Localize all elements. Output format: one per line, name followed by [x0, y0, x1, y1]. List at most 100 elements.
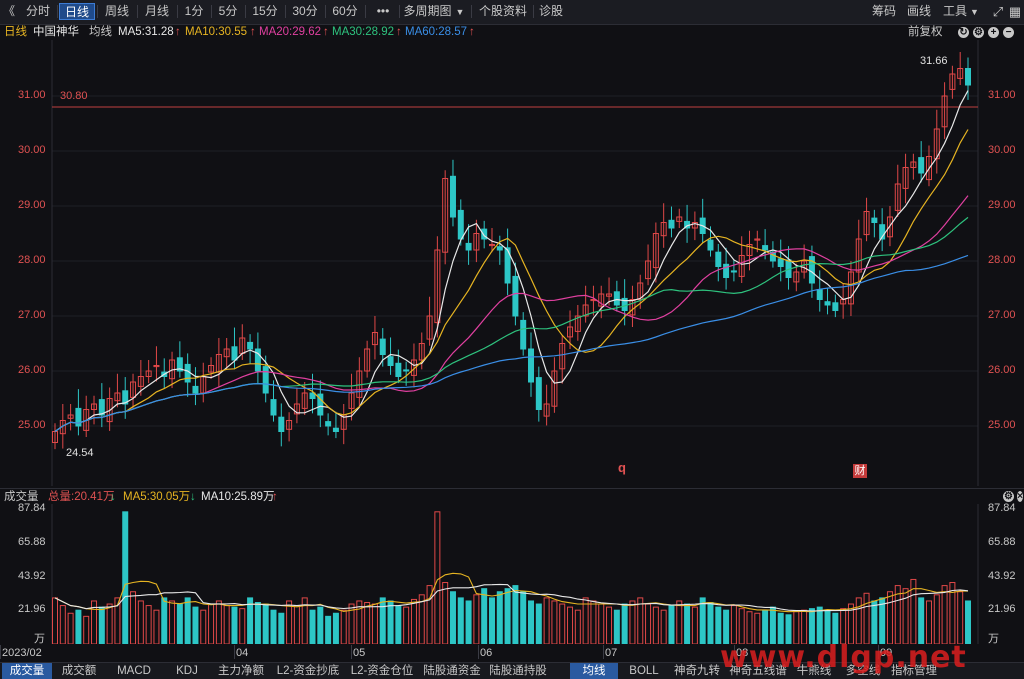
tab-15min[interactable]: 15分 [247, 3, 283, 20]
price-tick-right: 25.00 [988, 419, 1016, 431]
arrow-up-icon: ↑ [272, 491, 278, 503]
volume-bar [169, 600, 176, 644]
tab-30min[interactable]: 30分 [287, 3, 323, 20]
watermark: www.dlgp.net [720, 640, 967, 675]
volume-chart[interactable] [0, 504, 1024, 644]
volume-bar [52, 597, 58, 644]
close-icon[interactable]: × [1017, 491, 1023, 502]
volume-bar [488, 597, 495, 644]
volume-bar [925, 600, 932, 644]
volume-bar [606, 606, 613, 644]
date-tick-mark [603, 645, 604, 659]
tab-diagnosis[interactable]: 诊股 [535, 3, 567, 20]
tools-dropdown[interactable]: 工具 ▼ [941, 3, 981, 20]
volume-bar [83, 615, 90, 644]
refresh-icon[interactable]: ↻ [958, 27, 969, 38]
indicator-tab[interactable]: 主力净额 [212, 663, 270, 679]
tab-fenshi[interactable]: 分时 [21, 3, 55, 20]
zoom-in-icon[interactable]: + [988, 27, 999, 38]
grid-icon[interactable]: ▦ [1008, 3, 1022, 20]
price-chart[interactable] [0, 40, 1024, 486]
multi-period-dropdown[interactable]: 多周期图 ▼ [401, 3, 467, 20]
tab-60min[interactable]: 60分 [327, 3, 363, 20]
volume-tick-left: 65.88 [18, 535, 46, 548]
settings-icon[interactable]: ⚙ [973, 27, 984, 38]
volume-bar [762, 609, 769, 644]
indicator-tab[interactable]: L2-资金抄底 [272, 663, 344, 679]
volume-bar [231, 606, 238, 644]
indicator-tab[interactable]: 成交量 [2, 663, 52, 679]
chips-button[interactable]: 筹码 [868, 3, 900, 20]
indicator-tab[interactable]: 均线 [570, 663, 618, 679]
price-tick-left: 25.00 [18, 419, 46, 431]
volume-bar [965, 600, 971, 644]
volume-bar [582, 597, 589, 644]
tab-yuexian[interactable]: 月线 [139, 3, 175, 20]
volume-bar [379, 597, 386, 644]
indicator-tab[interactable]: KDJ [164, 663, 210, 679]
volume-bar [473, 594, 480, 644]
candle-body [387, 356, 394, 367]
volume-bar [691, 606, 698, 644]
tab-zhouxian[interactable]: 周线 [99, 3, 135, 20]
draw-line-button[interactable]: 画线 [903, 3, 935, 20]
price-tick-left: 30.00 [18, 144, 46, 156]
volume-bar [145, 605, 152, 644]
avg-line-label[interactable]: 均线 [89, 24, 112, 40]
volume-bar [863, 592, 870, 644]
candle-body [465, 242, 472, 251]
zoom-out-icon[interactable]: − [1003, 27, 1014, 38]
volume-ma10-line [54, 583, 969, 612]
indicator-tab[interactable]: 陆股通持股 [486, 663, 550, 679]
candle-body [730, 270, 737, 273]
volume-bar [621, 603, 628, 644]
date-tick: 06 [480, 647, 493, 659]
tab-1min[interactable]: 1分 [179, 3, 209, 20]
candle-body [824, 301, 831, 306]
date-tick: 2023/02 [2, 647, 42, 659]
back-icon[interactable]: 《 [2, 3, 16, 20]
ma20-value: MA20:29.62 [259, 26, 322, 38]
volume-bar [395, 605, 402, 644]
stock-name[interactable]: 中国神华 [33, 24, 79, 40]
volume-bar [481, 588, 488, 644]
volume-bar [457, 597, 464, 644]
volume-unit-left: 万 [34, 633, 45, 645]
candle-body [270, 399, 277, 416]
candle-body [332, 427, 339, 433]
financial-report-marker[interactable]: 财 [853, 464, 867, 478]
indicator-tab[interactable]: MACD [106, 663, 162, 679]
adjust-mode[interactable]: 前复权 [908, 24, 943, 40]
volume-bar [208, 603, 215, 644]
date-tick-mark [478, 645, 479, 659]
indicator-tab[interactable]: 成交额 [54, 663, 104, 679]
volume-bar [684, 603, 691, 644]
arrow-up-icon: ↑ [323, 26, 329, 38]
candle-body [325, 421, 332, 427]
price-tick-left: 31.00 [18, 89, 46, 101]
more-icon[interactable]: ••• [369, 3, 397, 20]
volume-bar [200, 609, 207, 644]
candle-body [707, 239, 714, 251]
event-marker-q[interactable]: q [618, 460, 626, 475]
indicator-tab[interactable]: 陆股通资金 [420, 663, 484, 679]
indicator-tab[interactable]: BOLL [620, 663, 668, 679]
volume-bar [403, 606, 410, 644]
reference-line-label: 30.80 [60, 90, 88, 102]
indicator-tab[interactable]: L2-资金仓位 [346, 663, 418, 679]
indicator-info-bar: 日线 中国神华 均线 MA5:31.28 ↑ MA10:30.55 ↑ MA20:2… [0, 24, 1024, 40]
ma30-line [54, 216, 969, 432]
expand-icon[interactable]: ⤢ [991, 3, 1005, 20]
indicator-tab[interactable]: 神奇九转 [670, 663, 724, 679]
price-tick-left: 26.00 [18, 364, 46, 376]
tab-rixian[interactable]: 日线 [59, 3, 95, 20]
candle-body [395, 362, 402, 377]
tab-company-info[interactable]: 个股资料 [475, 3, 531, 20]
tab-5min[interactable]: 5分 [213, 3, 243, 20]
price-tick-right: 31.00 [988, 89, 1016, 101]
volume-bar [340, 609, 347, 644]
volume-bar [262, 603, 269, 644]
settings-icon[interactable]: ⚙ [1003, 491, 1014, 502]
volume-bar [598, 603, 605, 644]
candle-body [535, 377, 542, 411]
